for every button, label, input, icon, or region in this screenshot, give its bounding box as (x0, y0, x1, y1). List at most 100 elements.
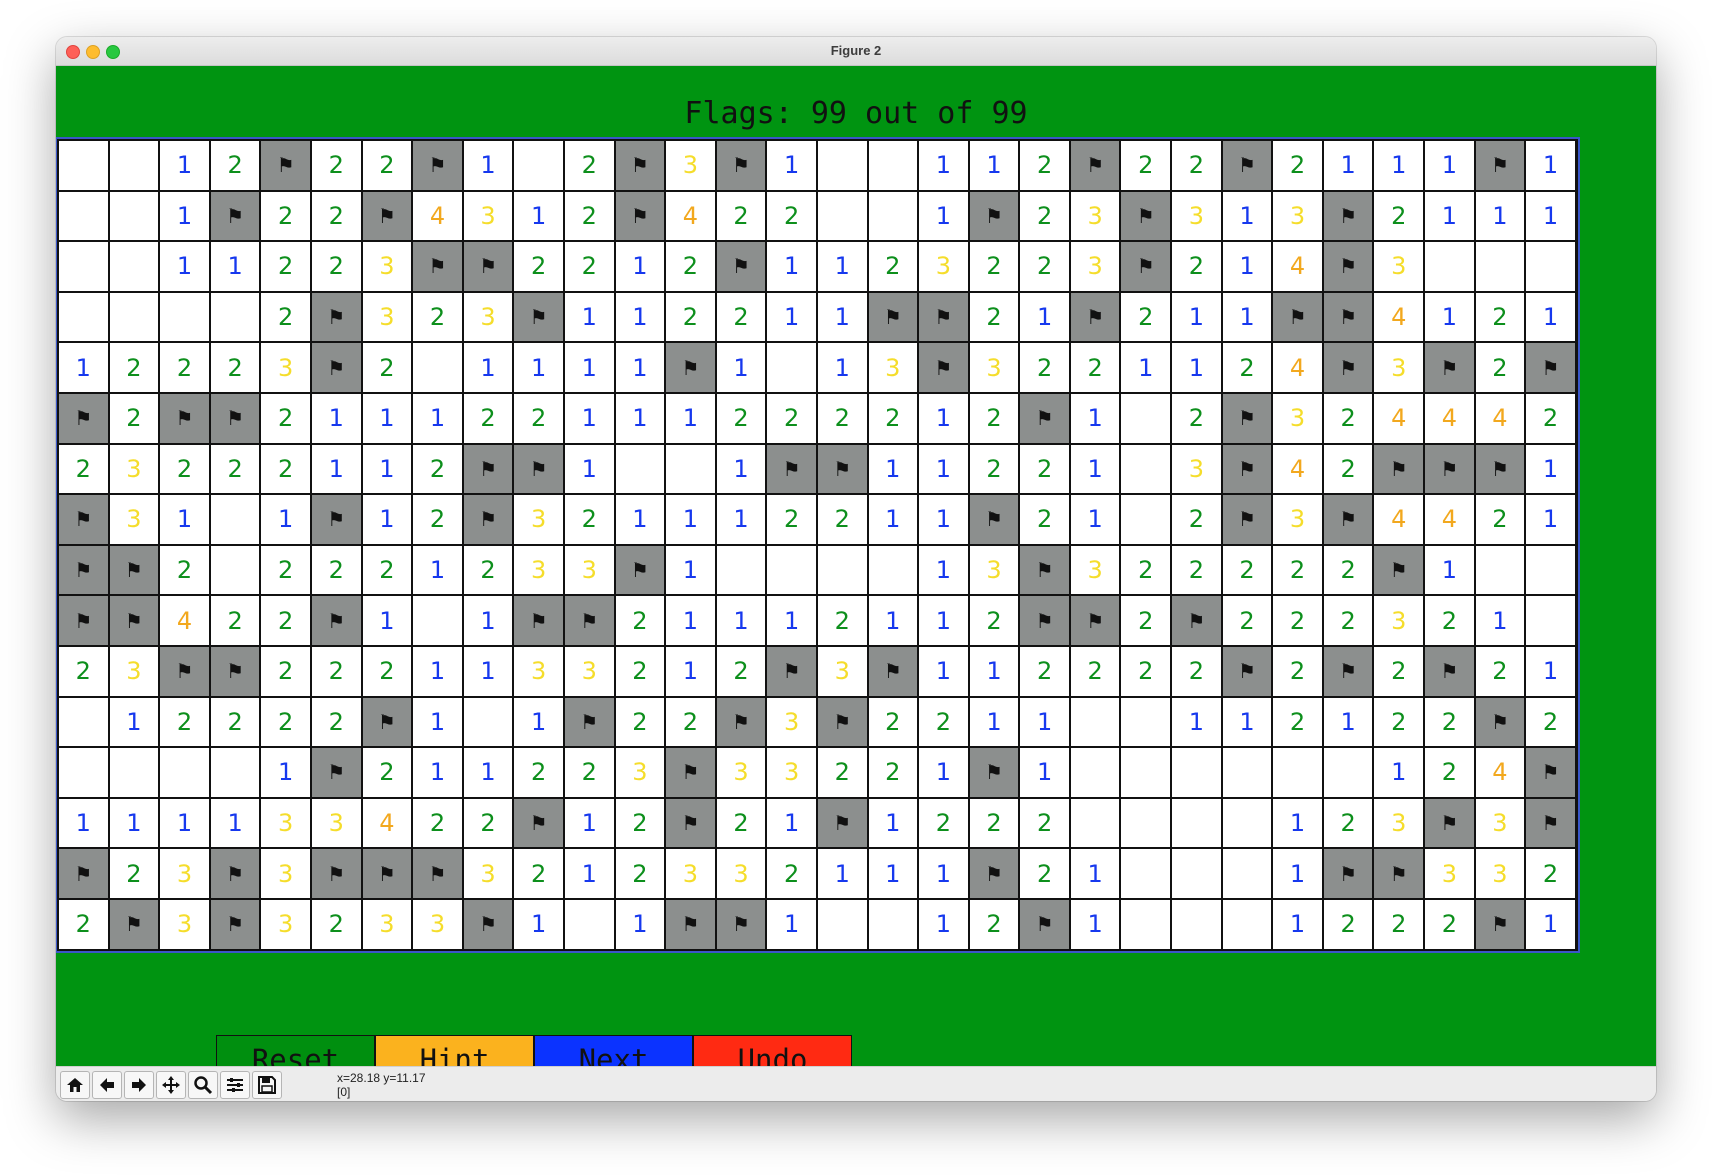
flagged-cell[interactable]: ⚑ (1222, 141, 1272, 190)
number-cell[interactable]: 1 (919, 495, 968, 544)
empty-cell[interactable] (1070, 748, 1120, 797)
save-icon[interactable] (252, 1071, 282, 1099)
flagged-cell[interactable]: ⚑ (109, 545, 159, 595)
flagged-cell[interactable]: ⚑ (160, 393, 209, 443)
flagged-cell[interactable]: ⚑ (1374, 444, 1424, 494)
number-cell[interactable]: 1 (109, 798, 159, 848)
number-cell[interactable]: 3 (767, 697, 816, 747)
flagged-cell[interactable]: ⚑ (1323, 849, 1373, 898)
number-cell[interactable]: 1 (59, 798, 108, 848)
number-cell[interactable]: 1 (210, 242, 260, 291)
empty-cell[interactable] (109, 292, 159, 342)
number-cell[interactable]: 2 (514, 849, 563, 898)
number-cell[interactable]: 2 (1323, 444, 1373, 494)
number-cell[interactable]: 3 (1273, 495, 1322, 544)
number-cell[interactable]: 2 (109, 343, 159, 392)
number-cell[interactable]: 2 (1273, 141, 1322, 190)
number-cell[interactable]: 3 (1374, 343, 1424, 392)
flagged-cell[interactable]: ⚑ (1475, 899, 1525, 949)
flagged-cell[interactable]: ⚑ (1425, 343, 1474, 392)
empty-cell[interactable] (868, 191, 918, 241)
empty-cell[interactable] (160, 748, 209, 797)
empty-cell[interactable] (1121, 748, 1171, 797)
flagged-cell[interactable]: ⚑ (1020, 596, 1069, 645)
number-cell[interactable]: 4 (1374, 495, 1424, 544)
empty-cell[interactable] (1526, 242, 1575, 291)
number-cell[interactable]: 2 (1475, 292, 1525, 342)
number-cell[interactable]: 1 (463, 141, 513, 190)
number-cell[interactable]: 2 (160, 343, 209, 392)
number-cell[interactable]: 2 (311, 697, 361, 747)
number-cell[interactable]: 1 (666, 646, 715, 696)
flagged-cell[interactable]: ⚑ (666, 798, 715, 848)
empty-cell[interactable] (564, 899, 614, 949)
number-cell[interactable]: 2 (463, 798, 513, 848)
number-cell[interactable]: 1 (919, 393, 968, 443)
number-cell[interactable]: 2 (210, 141, 260, 190)
number-cell[interactable]: 1 (1020, 697, 1069, 747)
number-cell[interactable]: 1 (767, 798, 816, 848)
number-cell[interactable]: 1 (210, 798, 260, 848)
empty-cell[interactable] (1222, 798, 1272, 848)
number-cell[interactable]: 1 (919, 646, 968, 696)
number-cell[interactable]: 1 (514, 899, 563, 949)
flagged-cell[interactable]: ⚑ (716, 697, 766, 747)
number-cell[interactable]: 3 (969, 343, 1019, 392)
empty-cell[interactable] (59, 748, 108, 797)
empty-cell[interactable] (817, 899, 867, 949)
number-cell[interactable]: 2 (1222, 343, 1272, 392)
empty-cell[interactable] (109, 191, 159, 241)
flagged-cell[interactable]: ⚑ (716, 899, 766, 949)
flagged-cell[interactable]: ⚑ (311, 495, 361, 544)
number-cell[interactable]: 1 (1273, 899, 1322, 949)
empty-cell[interactable] (1121, 393, 1171, 443)
flagged-cell[interactable]: ⚑ (1526, 748, 1575, 797)
number-cell[interactable]: 2 (1020, 343, 1069, 392)
number-cell[interactable]: 2 (868, 242, 918, 291)
flagged-cell[interactable]: ⚑ (767, 646, 816, 696)
number-cell[interactable]: 2 (1273, 697, 1322, 747)
flagged-cell[interactable]: ⚑ (817, 444, 867, 494)
number-cell[interactable]: 3 (868, 343, 918, 392)
flagged-cell[interactable]: ⚑ (1475, 444, 1525, 494)
number-cell[interactable]: 2 (1172, 646, 1221, 696)
number-cell[interactable]: 3 (919, 242, 968, 291)
number-cell[interactable]: 2 (1020, 849, 1069, 898)
number-cell[interactable]: 3 (1172, 191, 1221, 241)
number-cell[interactable]: 2 (311, 646, 361, 696)
number-cell[interactable]: 1 (1374, 748, 1424, 797)
empty-cell[interactable] (1222, 899, 1272, 949)
number-cell[interactable]: 2 (1425, 899, 1474, 949)
flagged-cell[interactable]: ⚑ (1121, 191, 1171, 241)
number-cell[interactable]: 2 (564, 242, 614, 291)
flagged-cell[interactable]: ⚑ (1323, 646, 1373, 696)
flagged-cell[interactable]: ⚑ (1323, 343, 1373, 392)
number-cell[interactable]: 1 (1020, 748, 1069, 797)
number-cell[interactable]: 1 (868, 444, 918, 494)
number-cell[interactable]: 1 (919, 444, 968, 494)
number-cell[interactable]: 2 (615, 596, 665, 645)
flagged-cell[interactable]: ⚑ (514, 798, 563, 848)
empty-cell[interactable] (413, 596, 462, 645)
empty-cell[interactable] (716, 545, 766, 595)
number-cell[interactable]: 2 (463, 393, 513, 443)
number-cell[interactable]: 1 (1425, 292, 1474, 342)
number-cell[interactable]: 1 (1070, 444, 1120, 494)
number-cell[interactable]: 3 (1374, 798, 1424, 848)
flagged-cell[interactable]: ⚑ (311, 849, 361, 898)
flagged-cell[interactable]: ⚑ (1323, 495, 1373, 544)
number-cell[interactable]: 2 (1475, 646, 1525, 696)
empty-cell[interactable] (868, 545, 918, 595)
number-cell[interactable]: 2 (1273, 646, 1322, 696)
number-cell[interactable]: 1 (615, 292, 665, 342)
number-cell[interactable]: 1 (463, 748, 513, 797)
empty-cell[interactable] (1172, 899, 1221, 949)
flagged-cell[interactable]: ⚑ (210, 899, 260, 949)
number-cell[interactable]: 3 (261, 899, 310, 949)
empty-cell[interactable] (1526, 545, 1575, 595)
flagged-cell[interactable]: ⚑ (1526, 798, 1575, 848)
empty-cell[interactable] (109, 242, 159, 291)
number-cell[interactable]: 2 (1323, 596, 1373, 645)
number-cell[interactable]: 2 (969, 292, 1019, 342)
number-cell[interactable]: 2 (919, 798, 968, 848)
